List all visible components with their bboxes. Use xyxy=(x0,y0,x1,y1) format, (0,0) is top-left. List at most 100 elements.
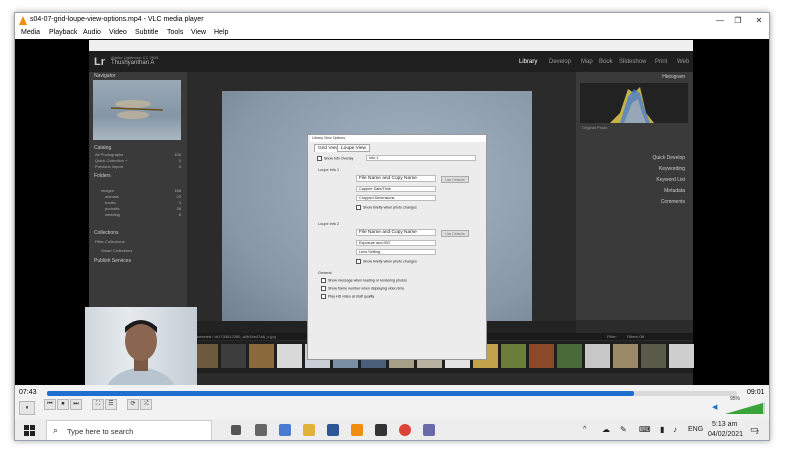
loupe-info-2-line-1-select[interactable]: File Name and Copy Name xyxy=(356,229,436,236)
cloud-icon[interactable]: ☁ xyxy=(602,425,610,434)
filmstrip-thumbnail[interactable] xyxy=(529,344,554,368)
close-button[interactable]: ✕ xyxy=(750,15,768,26)
chevron-up-icon[interactable]: ^ xyxy=(583,426,586,433)
file-explorer-icon[interactable] xyxy=(303,424,315,436)
panel-keywording[interactable]: Keywording xyxy=(659,166,685,172)
loupe-info-2-line-3-select[interactable]: Lens Setting xyxy=(356,249,436,255)
menu-playback[interactable]: Playback xyxy=(49,29,77,36)
folder-item[interactable]: portraits xyxy=(105,206,119,211)
clock-date[interactable]: 04/02/2021 xyxy=(708,431,743,438)
publish-services-header: Publish Services xyxy=(94,258,131,264)
right-panel: Histogram Original Photo Quick Develop K… xyxy=(576,72,693,320)
previous-button[interactable]: ⏮ xyxy=(44,399,56,410)
presenter-image xyxy=(105,320,177,391)
catalog-item[interactable]: All Photographs xyxy=(95,152,123,157)
menu-media[interactable]: Media xyxy=(21,29,40,36)
vlc-cone-icon xyxy=(19,16,27,25)
search-placeholder: Type here to search xyxy=(67,427,134,436)
filmstrip-thumbnail[interactable] xyxy=(249,344,274,368)
volume-icon[interactable]: ♪ xyxy=(673,425,677,434)
filmstrip-thumbnail[interactable] xyxy=(501,344,526,368)
window-title: s04-07-grid-loupe-view-options.mp4 - VLC… xyxy=(30,16,204,23)
fullscreen-button[interactable]: ⛶ xyxy=(92,399,104,410)
task-view-icon[interactable] xyxy=(231,425,241,435)
play-hd-draft-checkbox[interactable]: Play HD video at draft quality xyxy=(321,294,374,299)
title-bar: s04-07-grid-loupe-view-options.mp4 - VLC… xyxy=(15,13,769,28)
folder-item[interactable]: wedding xyxy=(105,212,120,217)
video-area[interactable]: Lr Adobe Lightroom CC 2015 Thushyanthan … xyxy=(15,39,769,391)
menu-help[interactable]: Help xyxy=(214,29,228,36)
menu-tools[interactable]: Tools xyxy=(167,29,183,36)
overlay-select[interactable]: Info 1 xyxy=(366,155,476,161)
seek-bar[interactable] xyxy=(47,391,737,396)
pen-icon[interactable]: ✎ xyxy=(620,425,627,434)
filmstrip-thumbnail[interactable] xyxy=(613,344,638,368)
lightroom-topbar: Lr Adobe Lightroom CC 2015 Thushyanthan … xyxy=(89,51,693,72)
catalog-count: 0 xyxy=(178,164,181,169)
panel-quick-develop[interactable]: Quick Develop xyxy=(652,155,685,161)
show-message-checkbox[interactable]: Show message when loading or rendering p… xyxy=(321,278,407,283)
use-defaults-button[interactable]: Use Defaults xyxy=(441,176,469,183)
loupe-info-1-line-2-select[interactable]: Capture Date/Time xyxy=(356,186,436,192)
total-time: 09:01 xyxy=(747,389,765,396)
panel-comments[interactable]: Comments xyxy=(661,199,685,205)
language-indicator[interactable]: ENG xyxy=(688,426,703,433)
vlc-icon[interactable] xyxy=(351,424,363,436)
menu-audio[interactable]: Audio xyxy=(83,29,101,36)
windows-start-icon[interactable] xyxy=(24,425,35,436)
navigator-header: Navigator xyxy=(94,73,116,79)
loupe-info-1-line-1-select[interactable]: File Name and Copy Name xyxy=(356,175,436,182)
menu-view[interactable]: View xyxy=(191,29,206,36)
tab-loupe-view[interactable]: Loupe View xyxy=(337,144,370,152)
panel-keyword-list[interactable]: Keyword List xyxy=(656,177,685,183)
filter-value[interactable]: Filters Off xyxy=(627,334,644,339)
loupe-info-1-line-3-select[interactable]: Cropped Dimensions xyxy=(356,195,436,201)
app-icon[interactable] xyxy=(423,424,435,436)
store-icon[interactable] xyxy=(279,424,291,436)
filmstrip-thumbnail[interactable] xyxy=(669,344,694,368)
word-icon[interactable] xyxy=(327,424,339,436)
playback-controls: 07:43 09:01 ⏸ ⏮ ⏹ ⏭ ⛶ ☰ ⟳ ⤮ 95% ◀ xyxy=(15,385,769,419)
show-frame-number-checkbox[interactable]: Show frame number when displaying video … xyxy=(321,286,404,291)
menu-video[interactable]: Video xyxy=(109,29,127,36)
loupe-info-2-line-2-select[interactable]: Exposure and ISO xyxy=(356,240,436,246)
loop-button[interactable]: ⤮ xyxy=(140,399,152,410)
photos-icon[interactable] xyxy=(375,424,387,436)
show-info-overlay-checkbox[interactable]: Show Info Overlay xyxy=(317,156,353,161)
catalog-item[interactable]: Quick Collection + xyxy=(95,158,127,163)
chrome-icon[interactable] xyxy=(399,424,411,436)
folder-item[interactable]: books xyxy=(105,200,116,205)
mail-icon[interactable] xyxy=(255,424,267,436)
folder-item[interactable]: images xyxy=(101,188,114,193)
folder-item[interactable]: animals xyxy=(105,194,119,199)
filmstrip-thumbnail[interactable] xyxy=(585,344,610,368)
volume-slider[interactable] xyxy=(725,402,765,414)
catalog-item[interactable]: Previous Import xyxy=(95,164,123,169)
collection-item[interactable]: Filter Collections xyxy=(95,239,125,244)
stop-button[interactable]: ⏹ xyxy=(57,399,69,410)
use-defaults-button[interactable]: Use Defaults xyxy=(441,230,469,237)
keyboard-icon[interactable]: ⌨ xyxy=(639,425,651,434)
user-name: Thushyanthan A xyxy=(111,60,155,66)
speaker-icon[interactable]: ◀ xyxy=(712,403,717,411)
filmstrip-thumbnail[interactable] xyxy=(221,344,246,368)
playlist-button[interactable]: ⟳ xyxy=(127,399,139,410)
clock-time[interactable]: 5:13 am xyxy=(712,421,737,428)
filmstrip-thumbnail[interactable] xyxy=(557,344,582,368)
menu-subtitle[interactable]: Subtitle xyxy=(135,29,158,36)
network-icon[interactable]: ▮ xyxy=(660,425,664,434)
taskbar-search-box[interactable]: ⌕ Type here to search xyxy=(46,420,212,440)
webcam-overlay xyxy=(85,307,197,391)
extended-settings-button[interactable]: ☰ xyxy=(105,399,117,410)
filmstrip-thumbnail[interactable] xyxy=(641,344,666,368)
pause-button[interactable]: ⏸ xyxy=(19,401,35,415)
restore-button[interactable]: ❐ xyxy=(729,15,747,26)
collection-item[interactable]: Smart Collections xyxy=(101,248,132,253)
show-briefly-checkbox[interactable]: Show briefly when photo changes xyxy=(356,205,417,210)
panel-metadata[interactable]: Metadata xyxy=(664,188,685,194)
minimize-button[interactable]: — xyxy=(711,15,729,26)
folder-count: 168 xyxy=(174,188,181,193)
show-briefly-checkbox[interactable]: Show briefly when photo changes xyxy=(356,259,417,264)
filmstrip-thumbnail[interactable] xyxy=(277,344,302,368)
next-button[interactable]: ⏭ xyxy=(70,399,82,410)
